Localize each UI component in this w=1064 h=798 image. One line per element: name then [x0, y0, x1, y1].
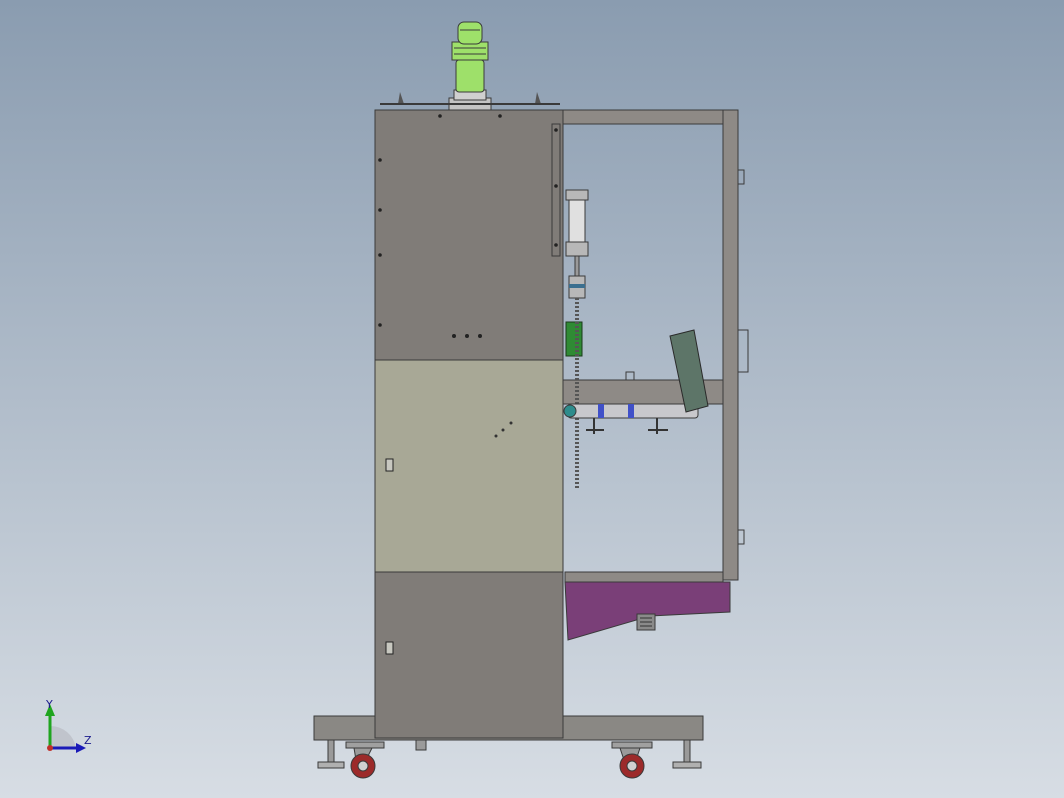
cabinet — [374, 109, 564, 739]
door-handle-lower — [385, 641, 394, 655]
z-axis-label: Z — [84, 734, 92, 747]
graphics-viewport[interactable]: Y Z — [0, 0, 1064, 798]
door-handle-middle — [385, 458, 394, 472]
machine-model-render[interactable] — [0, 0, 1064, 798]
y-axis-label: Y — [46, 698, 53, 711]
